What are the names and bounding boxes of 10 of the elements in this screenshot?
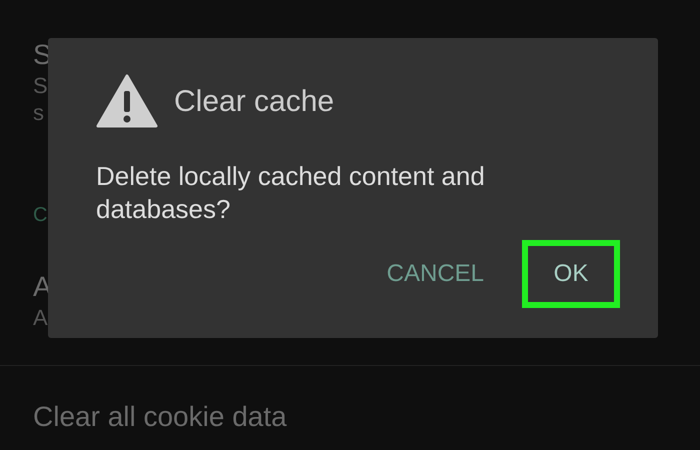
setting-summary: S: [33, 72, 48, 99]
dialog-button[interactable]: CANCEL: [384, 240, 486, 308]
dialog-message: Delete locally cached content and databases?: [96, 160, 486, 226]
setting-summary: s: [33, 99, 44, 126]
section-header: C: [33, 204, 48, 226]
warning-icon: [96, 74, 158, 128]
setting-summary: A: [33, 304, 48, 331]
setting-title: Clear all cookie data: [33, 400, 287, 434]
dialog-button[interactable]: OK: [522, 240, 620, 308]
dialog-title: Clear cache: [174, 84, 334, 120]
